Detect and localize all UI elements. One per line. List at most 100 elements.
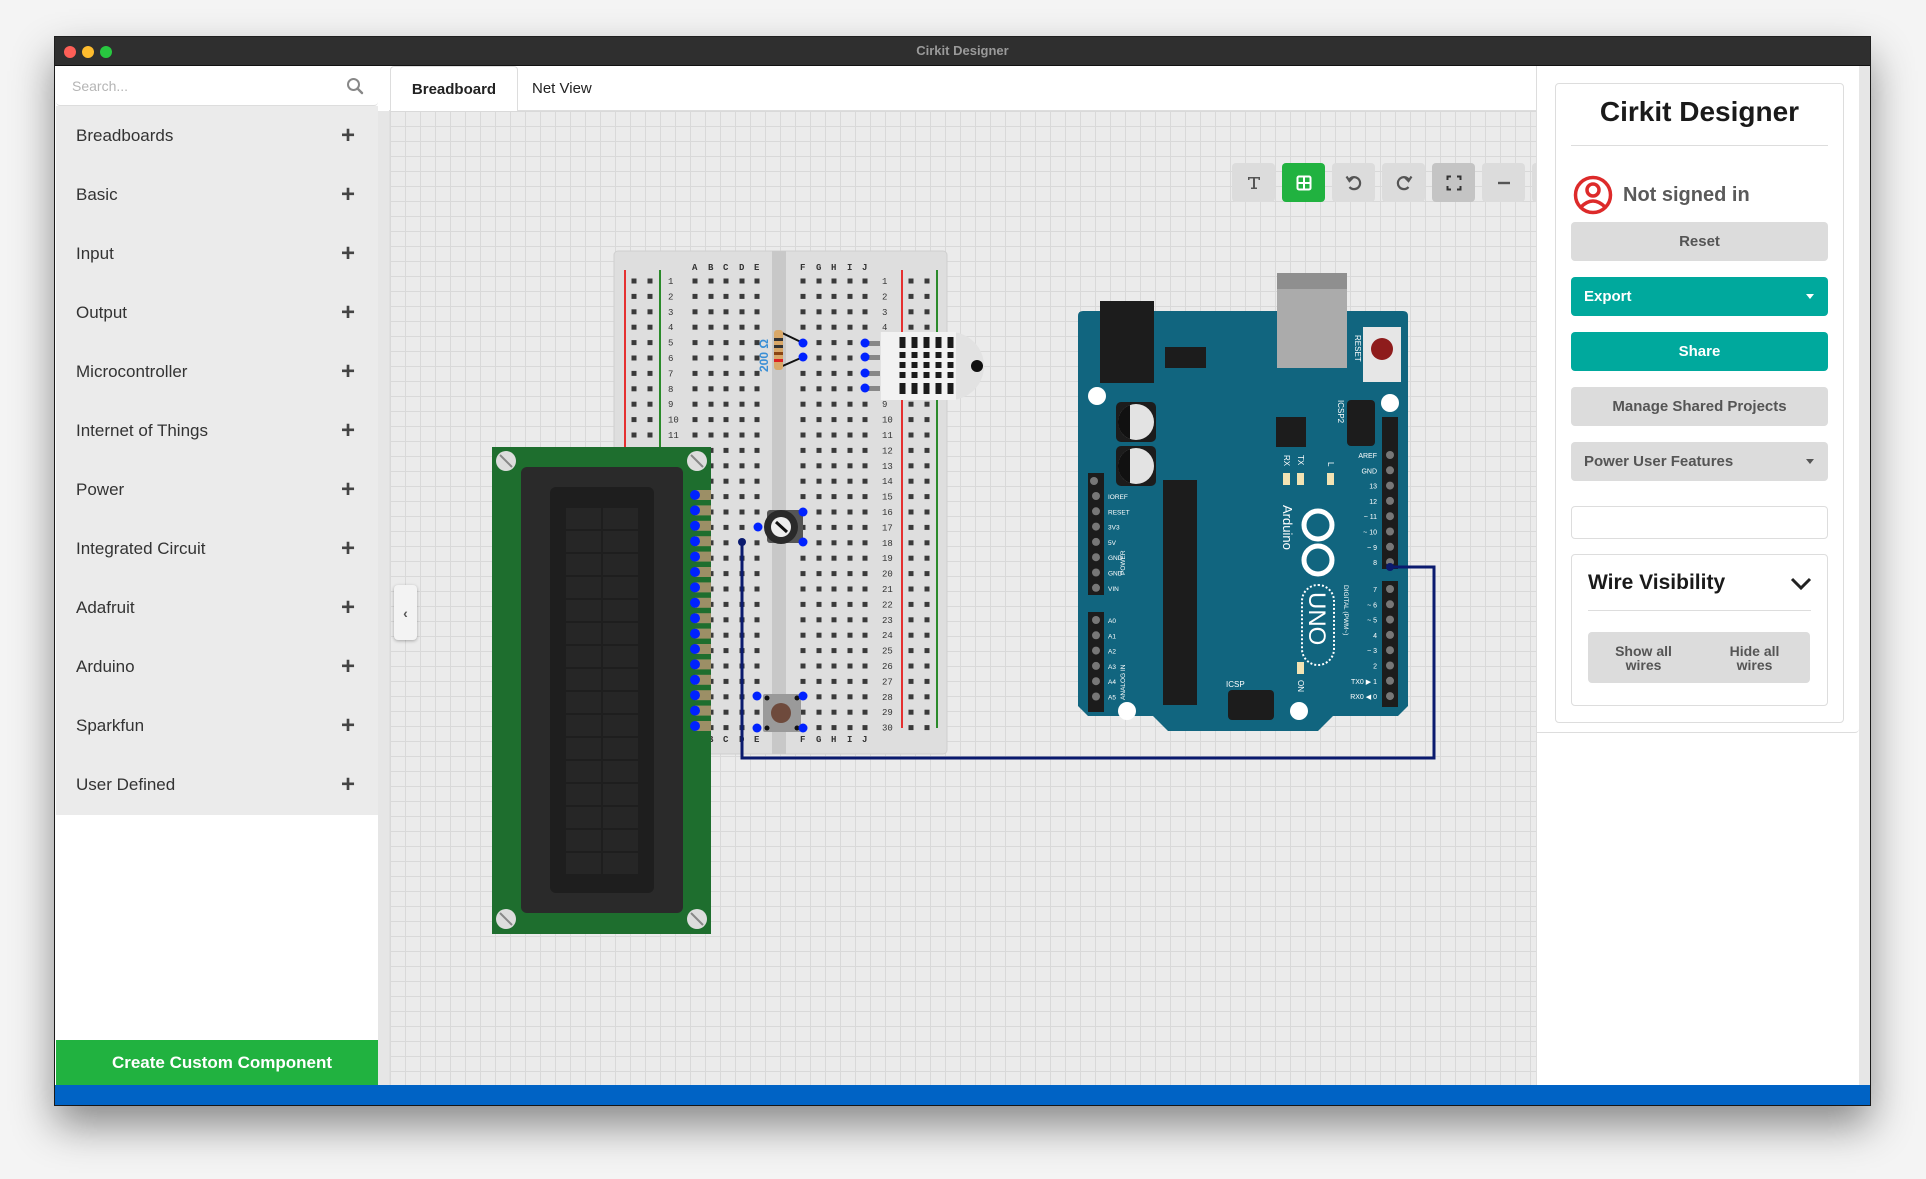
expand-plus-icon[interactable]: + <box>338 654 358 679</box>
expand-plus-icon[interactable]: + <box>338 713 358 738</box>
breadboard-hole <box>816 663 822 669</box>
breadboard-hole <box>831 278 837 284</box>
breadboard-hole <box>723 478 729 484</box>
sensor-grille <box>899 337 906 348</box>
tab-net-view[interactable]: Net View <box>532 66 622 111</box>
arduino-uno[interactable]: RESET ICSP2 ICSP AREF GND 13 12 ~ 11 ~ 10 ~ 9 8 7 ~ … <box>1078 273 1408 731</box>
breadboard-hole <box>847 725 853 731</box>
expand-plus-icon[interactable]: + <box>338 359 358 384</box>
power-user-features-dropdown[interactable]: Power User Features <box>1571 442 1828 481</box>
divider <box>1588 610 1811 611</box>
breadboard-hole <box>754 648 760 654</box>
rail-hole <box>908 709 914 715</box>
lcd-cell <box>603 623 638 644</box>
lcd-cell <box>603 669 638 690</box>
show-all-wires-button[interactable]: Show all wires <box>1588 632 1699 683</box>
row-number: 12 <box>882 446 893 456</box>
breadboard-hole <box>739 417 745 423</box>
breadboard-hole <box>862 293 868 299</box>
sidebar-item-integrated-circuit[interactable]: Integrated Circuit + <box>56 519 378 578</box>
breadboard-hole <box>816 540 822 546</box>
breadboard-hole <box>847 463 853 469</box>
right-panel-scrollbar[interactable] <box>1859 66 1870 1085</box>
row-number: 23 <box>882 616 893 626</box>
sidebar-item-basic[interactable]: Basic + <box>56 165 378 224</box>
breadboard-hole <box>800 309 806 315</box>
lcd-cell <box>566 807 601 828</box>
sensor-body <box>881 332 956 400</box>
expand-plus-icon[interactable]: + <box>338 418 358 443</box>
tab-breadboard[interactable]: Breadboard <box>390 66 518 111</box>
lcd-display[interactable] <box>492 447 711 934</box>
pin-label: 5V <box>1108 540 1117 547</box>
column-label: G <box>816 263 821 273</box>
wire-visibility-buttons: Show all wires Hide all wires <box>1588 632 1810 683</box>
breadboard-hole <box>723 617 729 623</box>
sidebar-item-label: Integrated Circuit <box>76 538 206 558</box>
row-number: 10 <box>668 416 679 426</box>
breadboard-hole <box>862 417 868 423</box>
row-number: 21 <box>882 585 893 595</box>
right-panel: Cirkit Designer Not signed in Reset Expo… <box>1536 66 1870 1085</box>
row-number: 25 <box>882 647 893 657</box>
sidebar-item-power[interactable]: Power + <box>56 460 378 519</box>
sidebar-item-microcontroller[interactable]: Microcontroller + <box>56 342 378 401</box>
sidebar-item-sparkfun[interactable]: Sparkfun + <box>56 696 378 755</box>
expand-plus-icon[interactable]: + <box>338 595 358 620</box>
rail-hole <box>924 617 930 623</box>
search-icon[interactable] <box>346 77 364 95</box>
text-icon <box>1247 176 1260 189</box>
sidebar-item-internet-of-things[interactable]: Internet of Things + <box>56 401 378 460</box>
expand-plus-icon[interactable]: + <box>338 477 358 502</box>
zoom-out-button[interactable] <box>1482 163 1525 202</box>
sidebar-item-breadboards[interactable]: Breadboards + <box>56 106 378 165</box>
reset-button[interactable]: Reset <box>1571 222 1828 261</box>
search-input[interactable] <box>56 66 336 106</box>
fit-screen-button[interactable] <box>1432 163 1475 202</box>
grid-toggle-button[interactable] <box>1282 163 1325 202</box>
breadboard-hole <box>800 432 806 438</box>
export-dropdown[interactable]: Export <box>1571 277 1828 316</box>
rail-hole <box>647 278 653 284</box>
expand-plus-icon[interactable]: + <box>338 300 358 325</box>
create-custom-component-button[interactable]: Create Custom Component <box>56 1040 388 1085</box>
pin-label: ~ 9 <box>1367 545 1377 552</box>
redo-button[interactable] <box>1382 163 1425 202</box>
empty-field[interactable] <box>1571 506 1828 539</box>
collapse-sidebar-button[interactable]: ‹ <box>394 585 417 640</box>
sidebar-item-input[interactable]: Input + <box>56 224 378 283</box>
view-tabs: Breadboard Net View <box>389 66 1536 111</box>
sensor-grille <box>947 372 954 378</box>
breadboard-hole <box>723 494 729 500</box>
undo-button[interactable] <box>1332 163 1375 202</box>
sidebar-item-output[interactable]: Output + <box>56 283 378 342</box>
expand-plus-icon[interactable]: + <box>338 241 358 266</box>
breadboard-hole <box>816 694 822 700</box>
user-status[interactable]: Not signed in <box>1573 175 1750 215</box>
resistor-band <box>774 338 783 341</box>
sidebar-scrollbar[interactable] <box>378 111 389 1085</box>
expand-plus-icon[interactable]: + <box>338 123 358 148</box>
sidebar-item-user-defined[interactable]: User Defined + <box>56 755 378 814</box>
breadboard-hole <box>692 340 698 346</box>
hide-all-wires-button[interactable]: Hide all wires <box>1699 632 1810 683</box>
expand-plus-icon[interactable]: + <box>338 536 358 561</box>
icsp2-label: ICSP2 <box>1336 400 1345 424</box>
lcd-cell <box>566 715 601 736</box>
header-pin <box>1386 542 1394 551</box>
analog-label: ANALOG IN <box>1120 664 1127 700</box>
manage-shared-projects-button[interactable]: Manage Shared Projects <box>1571 387 1828 426</box>
sidebar-item-adafruit[interactable]: Adafruit + <box>56 578 378 637</box>
breadboard-canvas[interactable]: ABCDEFGHIJABCDEFGHIJ11223344556677889910… <box>389 111 1536 1085</box>
chevron-down-icon[interactable] <box>1789 573 1813 593</box>
text-tool-button[interactable] <box>1232 163 1275 202</box>
share-button[interactable]: Share <box>1571 332 1828 371</box>
breadboard-hole <box>816 524 822 530</box>
breadboard-hole <box>739 355 745 361</box>
rail-hole <box>908 494 914 500</box>
resistor-body <box>774 330 783 370</box>
sidebar-item-arduino[interactable]: Arduino + <box>56 637 378 696</box>
expand-plus-icon[interactable]: + <box>338 182 358 207</box>
expand-plus-icon[interactable]: + <box>338 772 358 797</box>
breadboard-hole <box>862 632 868 638</box>
